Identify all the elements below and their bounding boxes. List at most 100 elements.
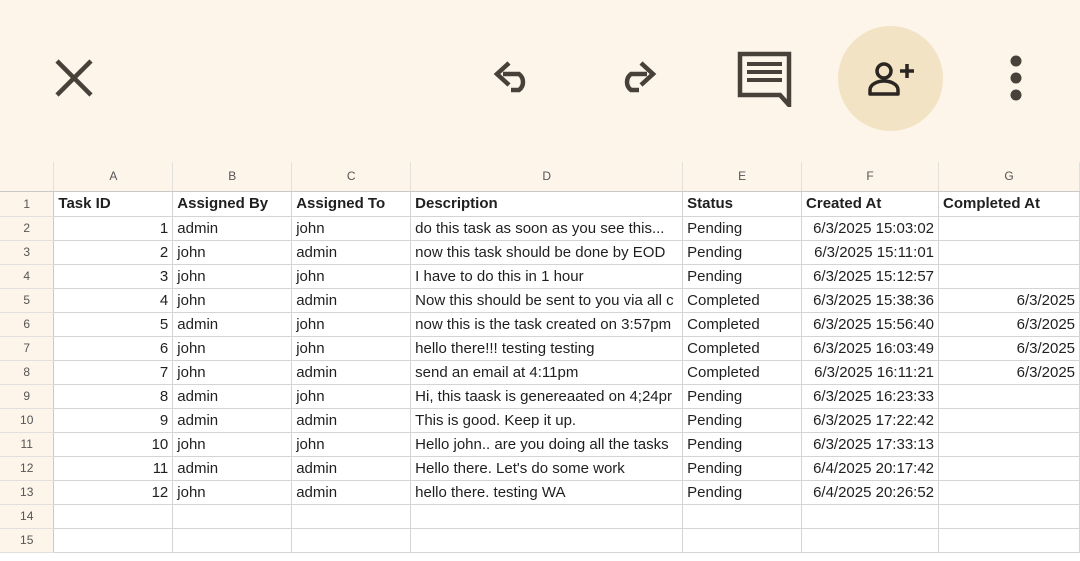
column-header-c[interactable]: C: [291, 162, 412, 192]
row-header[interactable]: 2: [0, 216, 55, 241]
cell-assigned-to[interactable]: john: [291, 336, 412, 361]
cell-created-at[interactable]: 6/3/2025 17:33:13: [801, 432, 940, 457]
row-header[interactable]: 11: [0, 432, 55, 457]
cell-assigned-by[interactable]: john: [172, 432, 293, 457]
header-cell-status[interactable]: Status: [682, 191, 803, 217]
cell-assigned-to[interactable]: admin: [291, 288, 412, 313]
cell-status[interactable]: Pending: [682, 456, 803, 481]
header-cell-assigned-to[interactable]: Assigned To: [291, 191, 412, 217]
cell-task-id[interactable]: 2: [53, 240, 174, 265]
cell-status[interactable]: Completed: [682, 360, 803, 385]
cell-task-id[interactable]: [53, 528, 174, 553]
cell-created-at[interactable]: 6/3/2025 15:03:02: [801, 216, 940, 241]
cell-completed-at[interactable]: [938, 528, 1080, 553]
cell-status[interactable]: Completed: [682, 336, 803, 361]
cell-assigned-to[interactable]: john: [291, 312, 412, 337]
cell-assigned-to[interactable]: [291, 504, 412, 529]
cell-task-id[interactable]: 6: [53, 336, 174, 361]
undo-button[interactable]: [482, 48, 542, 108]
cell-description[interactable]: hello there!!! testing testing: [410, 336, 684, 361]
cell-description[interactable]: I have to do this in 1 hour: [410, 264, 684, 289]
row-header[interactable]: 5: [0, 288, 55, 313]
row-header[interactable]: 9: [0, 384, 55, 409]
cell-created-at[interactable]: 6/3/2025 15:38:36: [801, 288, 940, 313]
column-header-e[interactable]: E: [682, 162, 803, 192]
cell-assigned-to[interactable]: john: [291, 432, 412, 457]
cell-assigned-to[interactable]: john: [291, 264, 412, 289]
cell-completed-at[interactable]: 6/3/2025: [938, 360, 1080, 385]
row-header[interactable]: 8: [0, 360, 55, 385]
cell-status[interactable]: Completed: [682, 312, 803, 337]
more-options-button[interactable]: [996, 48, 1036, 108]
cell-created-at[interactable]: 6/3/2025 16:03:49: [801, 336, 940, 361]
row-header[interactable]: 4: [0, 264, 55, 289]
header-cell-assigned-by[interactable]: Assigned By: [172, 191, 293, 217]
cell-completed-at[interactable]: [938, 432, 1080, 457]
cell-assigned-by[interactable]: john: [172, 264, 293, 289]
cell-description[interactable]: Hello there. Let's do some work: [410, 456, 684, 481]
cell-task-id[interactable]: 1: [53, 216, 174, 241]
redo-button[interactable]: [608, 48, 668, 108]
row-header[interactable]: 10: [0, 408, 55, 433]
cell-description[interactable]: hello there. testing WA: [410, 480, 684, 505]
cell-description[interactable]: [410, 528, 684, 553]
cell-description[interactable]: send an email at 4:11pm: [410, 360, 684, 385]
cell-assigned-by[interactable]: admin: [172, 408, 293, 433]
cell-description[interactable]: now this is the task created on 3:57pm: [410, 312, 684, 337]
header-cell-description[interactable]: Description: [410, 191, 684, 217]
cell-task-id[interactable]: 5: [53, 312, 174, 337]
cell-description[interactable]: Hi, this taask is genereaated on 4;24pr: [410, 384, 684, 409]
cell-completed-at[interactable]: 6/3/2025: [938, 312, 1080, 337]
row-header[interactable]: 1: [0, 191, 55, 217]
cell-assigned-by[interactable]: john: [172, 360, 293, 385]
cell-created-at[interactable]: [801, 504, 940, 529]
cell-description[interactable]: Hello john.. are you doing all the tasks: [410, 432, 684, 457]
cell-created-at[interactable]: 6/3/2025 15:11:01: [801, 240, 940, 265]
cell-assigned-to[interactable]: admin: [291, 480, 412, 505]
cell-created-at[interactable]: 6/3/2025 16:23:33: [801, 384, 940, 409]
cell-description[interactable]: do this task as soon as you see this...: [410, 216, 684, 241]
cell-created-at[interactable]: 6/4/2025 20:26:52: [801, 480, 940, 505]
cell-assigned-by[interactable]: john: [172, 288, 293, 313]
cell-assigned-to[interactable]: john: [291, 216, 412, 241]
cell-completed-at[interactable]: [938, 240, 1080, 265]
cell-task-id[interactable]: 7: [53, 360, 174, 385]
row-header[interactable]: 15: [0, 528, 55, 553]
cell-status[interactable]: [682, 504, 803, 529]
row-header[interactable]: 12: [0, 456, 55, 481]
cell-completed-at[interactable]: [938, 216, 1080, 241]
cell-status[interactable]: Pending: [682, 264, 803, 289]
column-header-a[interactable]: A: [53, 162, 174, 192]
cell-assigned-by[interactable]: john: [172, 480, 293, 505]
cell-status[interactable]: Pending: [682, 216, 803, 241]
cell-status[interactable]: Pending: [682, 408, 803, 433]
cell-created-at[interactable]: 6/4/2025 20:17:42: [801, 456, 940, 481]
column-header-b[interactable]: B: [172, 162, 293, 192]
close-button[interactable]: [44, 48, 104, 108]
cell-assigned-to[interactable]: john: [291, 384, 412, 409]
column-header-d[interactable]: D: [410, 162, 684, 192]
cell-created-at[interactable]: [801, 528, 940, 553]
column-header-g[interactable]: G: [938, 162, 1080, 192]
row-header[interactable]: 3: [0, 240, 55, 265]
header-cell-created-at[interactable]: Created At: [801, 191, 940, 217]
cell-description[interactable]: This is good. Keep it up.: [410, 408, 684, 433]
cell-created-at[interactable]: 6/3/2025 16:11:21: [801, 360, 940, 385]
cell-task-id[interactable]: 8: [53, 384, 174, 409]
row-header[interactable]: 6: [0, 312, 55, 337]
cell-created-at[interactable]: 6/3/2025 15:56:40: [801, 312, 940, 337]
share-add-person-button[interactable]: [838, 26, 943, 131]
cell-assigned-by[interactable]: [172, 504, 293, 529]
cell-completed-at[interactable]: [938, 456, 1080, 481]
cell-assigned-by[interactable]: john: [172, 336, 293, 361]
cell-assigned-by[interactable]: [172, 528, 293, 553]
header-cell-completed-at[interactable]: Completed At: [938, 191, 1080, 217]
cell-task-id[interactable]: 10: [53, 432, 174, 457]
cell-description[interactable]: Now this should be sent to you via all c: [410, 288, 684, 313]
cell-description[interactable]: now this task should be done by EOD: [410, 240, 684, 265]
cell-task-id[interactable]: [53, 504, 174, 529]
cell-assigned-to[interactable]: admin: [291, 240, 412, 265]
cell-assigned-by[interactable]: admin: [172, 216, 293, 241]
cell-task-id[interactable]: 12: [53, 480, 174, 505]
cell-status[interactable]: Pending: [682, 384, 803, 409]
